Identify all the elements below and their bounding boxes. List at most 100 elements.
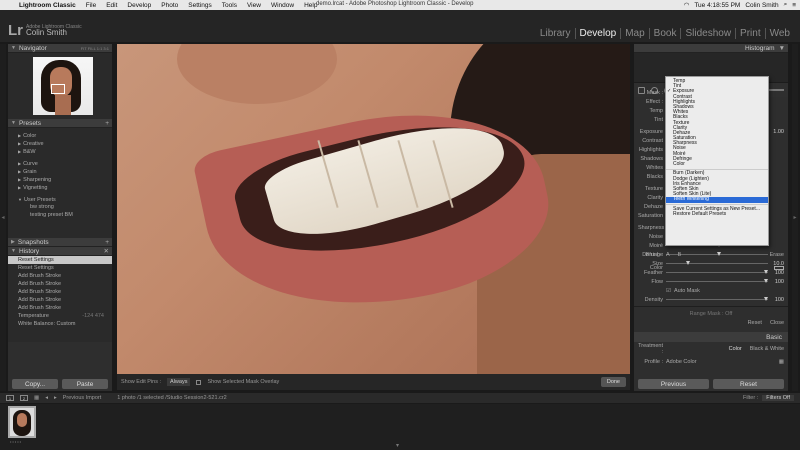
slider-density[interactable]: Density 100 (634, 295, 788, 304)
history-row[interactable]: Reset Settings (8, 264, 112, 272)
filmstrip-thumbnail[interactable] (8, 406, 36, 438)
slider-feather[interactable]: Feather 100 (634, 268, 788, 277)
preset-group-sharpening[interactable]: ▶ Sharpening (8, 175, 112, 183)
brush-close-button[interactable]: Close (770, 320, 784, 326)
back-arrow-icon[interactable]: ◂ (45, 395, 48, 401)
monitor-2-button[interactable]: 2 (20, 395, 28, 401)
navigator-header[interactable]: ▼ Navigator FIT FILL 1:1 3:1 (8, 44, 112, 53)
slider-flow[interactable]: Flow 100 (634, 277, 788, 286)
brush-row: Brush : A B Erase (645, 251, 784, 258)
preset-item[interactable]: bw strong (8, 203, 112, 211)
navigator-preview[interactable] (8, 53, 112, 119)
menu-develop[interactable]: Develop (122, 2, 156, 9)
auto-mask-row[interactable]: ☑ Auto Mask (634, 286, 788, 295)
left-panel-toggle[interactable]: ◂ (0, 44, 6, 391)
preset-group-vignetting[interactable]: ▶ Vignetting (8, 183, 112, 191)
history-row[interactable]: Add Brush Stroke (8, 272, 112, 280)
filmstrip-toggle-icon[interactable]: ▾ (396, 442, 399, 449)
menu-list-icon[interactable]: ≡ (792, 2, 796, 9)
done-button[interactable]: Done (600, 377, 626, 387)
filter-select[interactable]: Filters Off (762, 395, 794, 401)
right-panel-toggle[interactable]: ▸ (792, 44, 798, 391)
preset-group-bw[interactable]: ▶ B&W (8, 147, 112, 155)
zoom-region-box[interactable] (51, 84, 65, 94)
brush-a[interactable]: A (666, 252, 670, 258)
navigator-thumbnail[interactable] (33, 57, 93, 115)
menu-item-teeth-whitening[interactable]: Teeth Whitening (666, 197, 768, 203)
brush-reset-button[interactable]: Reset (748, 320, 762, 326)
module-map[interactable]: Map (620, 28, 648, 39)
menu-app-name[interactable]: Lightroom Classic (14, 2, 81, 9)
treatment-bw[interactable]: Black & White (750, 346, 784, 352)
snapshots-header[interactable]: ▶ Snapshots + (8, 238, 112, 247)
history-row[interactable]: Add Brush Stroke (8, 280, 112, 288)
menu-photo[interactable]: Photo (156, 2, 183, 9)
history-row[interactable]: Add Brush Stroke (8, 296, 112, 304)
search-icon[interactable]: ⌕ (784, 1, 788, 9)
menu-file[interactable]: File (81, 2, 101, 9)
histogram-header[interactable]: Histogram ▼ (634, 44, 788, 53)
main-photo-canvas[interactable] (117, 44, 630, 374)
preset-group-curve[interactable]: ▶ Curve (8, 159, 112, 167)
previous-button[interactable]: Previous (638, 379, 709, 389)
wifi-icon[interactable]: ◠ (684, 1, 690, 9)
edit-pins-select[interactable]: Always (167, 378, 191, 386)
snapshots-title: Snapshots (17, 238, 49, 246)
module-develop[interactable]: Develop (574, 28, 621, 39)
module-print[interactable]: Print (735, 28, 765, 39)
paste-button[interactable]: Paste (62, 379, 108, 389)
module-library[interactable]: Library (536, 28, 575, 39)
grid-view-icon[interactable]: ▦ (34, 395, 39, 401)
filmstrip-source[interactable]: Previous Import (63, 395, 102, 401)
add-snapshot-icon[interactable]: + (105, 239, 109, 246)
brush-erase[interactable]: Erase (770, 252, 784, 258)
brush-actions: Reset Close (634, 318, 788, 327)
slider-size[interactable]: Size 10.0 (634, 259, 788, 268)
basic-header[interactable]: Basic (634, 332, 788, 342)
preset-item[interactable]: testing preset BM (8, 211, 112, 219)
history-row[interactable]: Add Brush Stroke (8, 304, 112, 312)
reset-button[interactable]: Reset (713, 379, 784, 389)
menu-view[interactable]: View (242, 2, 266, 9)
monitor-1-button[interactable]: 1 (6, 395, 14, 401)
history-row[interactable]: Reset Settings (8, 256, 112, 264)
identity-plate[interactable]: Adobe Lightroom Classic Colin Smith (26, 24, 82, 37)
history-row[interactable]: Temperature -124 474 (8, 312, 112, 320)
menu-item-restore-presets[interactable]: Restore Default Presets (666, 211, 768, 217)
module-slideshow[interactable]: Slideshow (680, 28, 735, 39)
mask-overlay-label: Show Selected Mask Overlay (207, 379, 280, 385)
preset-group-user-presets[interactable]: ▼ User Presets (8, 195, 112, 203)
clock[interactable]: Tue 4:18:55 PM (694, 2, 740, 9)
menu-window[interactable]: Window (266, 2, 299, 9)
menu-item-color[interactable]: Color (666, 161, 768, 167)
module-web[interactable]: Web (764, 28, 794, 39)
mask-overlay-checkbox[interactable] (196, 379, 202, 385)
profile-select[interactable]: Adobe Color (666, 359, 697, 365)
preset-group-color[interactable]: ▶ Color (8, 131, 112, 139)
add-preset-icon[interactable]: + (105, 120, 109, 127)
range-mask-row[interactable]: Range Mask : Off (634, 309, 788, 318)
auto-mask-checkbox[interactable]: ☑ (666, 288, 671, 294)
preset-group-creative[interactable]: ▶ Creative (8, 139, 112, 147)
menu-edit[interactable]: Edit (101, 2, 122, 9)
thumbnail-rating[interactable]: ••••• (10, 439, 22, 444)
lr-logo: Lr (8, 22, 23, 39)
copy-button[interactable]: Copy... (12, 379, 58, 389)
history-row[interactable]: White Balance: Custom (8, 320, 112, 328)
treatment-color[interactable]: Color (729, 346, 742, 352)
clear-history-icon[interactable]: ✕ (104, 247, 109, 255)
brush-b[interactable]: B (678, 252, 682, 258)
module-book[interactable]: Book (648, 28, 681, 39)
menu-tools[interactable]: Tools (217, 2, 242, 9)
brush-section: Brush : A B Erase Size 10.0 Feather 100 Fl… (634, 250, 788, 327)
menubar-user[interactable]: Colin Smith (745, 2, 778, 9)
navigator-title: Navigator (18, 44, 47, 52)
history-header[interactable]: ▼ History ✕ (8, 247, 112, 256)
history-row[interactable]: Add Brush Stroke (8, 288, 112, 296)
forward-arrow-icon[interactable]: ▸ (54, 395, 57, 401)
profile-grid-icon[interactable]: ▦ (779, 359, 784, 365)
zoom-options[interactable]: FIT FILL 1:1 3:1 (81, 46, 109, 51)
presets-header[interactable]: ▼ Presets + (8, 119, 112, 128)
menu-settings[interactable]: Settings (183, 2, 217, 9)
preset-group-grain[interactable]: ▶ Grain (8, 167, 112, 175)
